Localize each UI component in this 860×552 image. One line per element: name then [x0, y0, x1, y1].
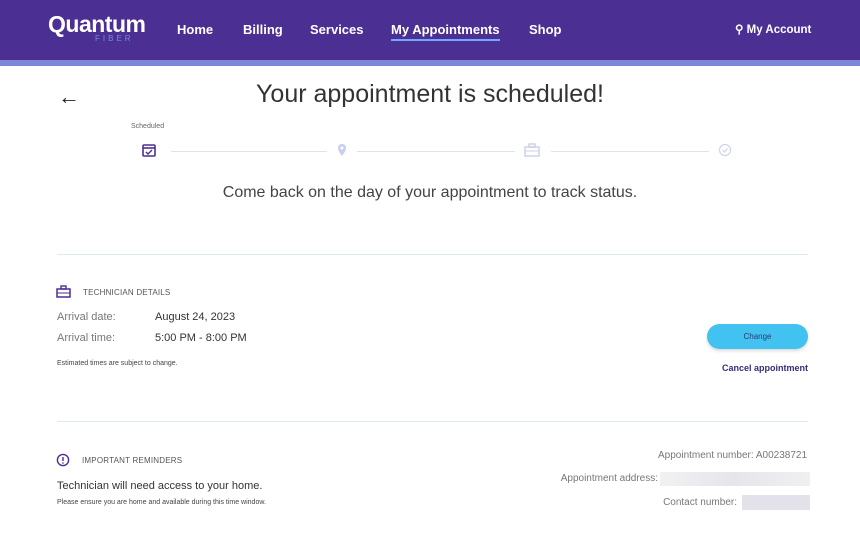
- toolbox-icon: [524, 143, 540, 157]
- arrival-time-value: 5:00 PM - 8:00 PM: [155, 332, 247, 344]
- calendar-check-icon: [142, 144, 156, 157]
- change-button[interactable]: Change: [707, 324, 808, 349]
- redacted-address: [660, 472, 810, 486]
- appointment-address-label: Appointment address:: [560, 473, 658, 484]
- map-pin-icon: [338, 144, 346, 156]
- contact-number-label: Contact number:: [663, 497, 737, 508]
- my-account-link[interactable]: ⚲ My Account: [735, 22, 811, 36]
- nav-shop[interactable]: Shop: [529, 22, 562, 37]
- step-connector: [551, 151, 709, 152]
- toolbox-icon: [56, 285, 71, 298]
- redacted-contact: [742, 495, 810, 510]
- divider: [57, 254, 808, 255]
- arrival-date-value: August 24, 2023: [155, 311, 236, 323]
- appointment-number: Appointment number: A00238721: [658, 450, 807, 461]
- important-reminders-heading: IMPORTANT REMINDERS: [82, 456, 183, 465]
- nav-accent-band: [0, 60, 860, 66]
- step-connector: [357, 151, 515, 152]
- nav-billing[interactable]: Billing: [243, 22, 283, 37]
- divider: [57, 421, 808, 422]
- reminder-main: Technician will need access to your home…: [57, 480, 263, 492]
- reminder-detail: Please ensure you are home and available…: [57, 499, 266, 506]
- nav-services[interactable]: Services: [310, 22, 364, 37]
- page-title: Your appointment is scheduled!: [256, 80, 604, 108]
- logo-subtext: FIBER: [95, 34, 134, 43]
- arrival-time-label: Arrival time:: [57, 332, 116, 344]
- page-subtitle: Come back on the day of your appointment…: [222, 184, 638, 201]
- step-current-label: Scheduled: [131, 123, 165, 130]
- arrival-date-label: Arrival date:: [57, 311, 116, 323]
- my-account-label: My Account: [746, 24, 812, 36]
- alert-circle-icon: [56, 453, 70, 467]
- nav-home[interactable]: Home: [177, 22, 213, 37]
- check-circle-icon: [718, 143, 732, 157]
- nav-my-appointments[interactable]: My Appointments: [391, 22, 500, 41]
- technician-details-heading: TECHNICIAN DETAILS: [83, 288, 171, 297]
- user-settings-icon: ⚲: [735, 24, 744, 36]
- cancel-appointment-link[interactable]: Cancel appointment: [700, 363, 808, 373]
- estimate-note: Estimated times are subject to change.: [57, 360, 178, 367]
- step-connector: [171, 151, 327, 152]
